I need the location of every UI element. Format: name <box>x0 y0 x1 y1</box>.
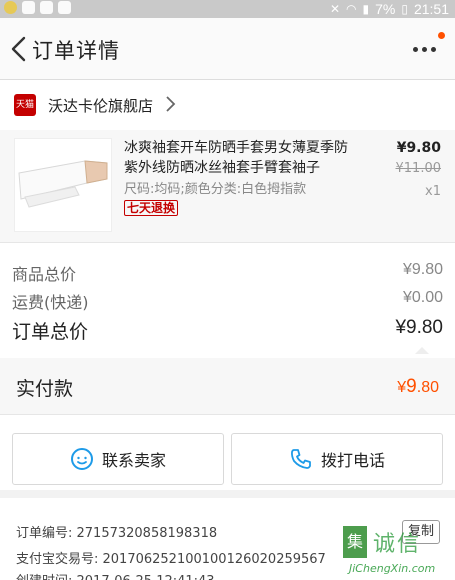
items-total-label: 商品总价 <box>12 265 77 284</box>
product-original-price: ¥11.00 <box>395 161 442 176</box>
signal-icon: ▮ <box>362 2 370 16</box>
call-phone-button[interactable]: 拨打电话 <box>231 433 443 485</box>
notification-dot <box>438 32 445 39</box>
paid-amount-row: 实付款 ¥9.80 <box>0 358 455 414</box>
phone-icon <box>291 449 311 469</box>
shipping-value: ¥0.00 <box>402 289 443 306</box>
chevron-right-icon <box>166 96 176 112</box>
paid-value: ¥9.80 <box>397 376 439 398</box>
status-system-icons: ✕ ◠ ▮ 7% ▯ 21:51 <box>330 0 449 18</box>
site-watermark: 集 诚信 JiChengXin.com <box>343 526 455 580</box>
watermark-english: JiChengXin.com <box>349 562 436 575</box>
navigation-bar: 订单详情 <box>0 18 455 80</box>
paid-integer: 9 <box>406 376 417 397</box>
shop-name[interactable]: 沃达卡伦旗舰店 <box>48 95 153 116</box>
price-summary: 商品总价 ¥9.80 运费(快递) ¥0.00 订单总价 ¥9.80 <box>0 242 455 358</box>
app-notification-icon <box>40 1 53 14</box>
status-bar: ✕ ◠ ▮ 7% ▯ 21:51 <box>0 0 455 18</box>
product-price: ¥9.80 <box>396 140 441 156</box>
items-total-row: 商品总价 ¥9.80 <box>12 261 443 285</box>
chat-icon <box>70 448 93 470</box>
app-notification-icon <box>22 1 35 14</box>
wifi-icon: ◠ <box>346 2 357 16</box>
arm-sleeve-image <box>18 160 108 208</box>
paid-decimal: .80 <box>416 379 439 396</box>
battery-level: 7% <box>375 1 396 17</box>
shipping-label: 运费(快递) <box>12 293 89 312</box>
product-spec: 尺码:均码;颜色分类:白色拇指款 <box>124 182 307 197</box>
product-item[interactable]: 冰爽袖套开车防晒手套男女薄夏季防紫外线防晒冰丝袖套手臂套袖子 尺码:均码;颜色分… <box>0 130 455 242</box>
created-time: 创建时间: 2017-06-25 12:41:43 <box>16 570 215 580</box>
back-arrow-icon[interactable] <box>8 34 30 64</box>
watermark-chinese: 诚信 <box>373 532 422 557</box>
alipay-transaction-number: 支付宝交易号: 201706252100100126020259567 <box>16 552 326 567</box>
order-total-value: ¥9.80 <box>395 317 443 338</box>
product-title[interactable]: 冰爽袖套开车防晒手套男女薄夏季防紫外线防晒冰丝袖套手臂套袖子 <box>124 138 354 178</box>
clock: 21:51 <box>413 1 449 17</box>
return-policy-badge: 七天退换 <box>124 200 179 216</box>
contact-seller-label: 联系卖家 <box>101 451 166 470</box>
order-total-row: 订单总价 ¥9.80 <box>12 317 443 344</box>
contact-seller-button[interactable]: 联系卖家 <box>12 433 224 485</box>
tmall-logo-icon: 天猫 <box>14 94 36 116</box>
items-total-value: ¥9.80 <box>402 261 443 278</box>
shipping-row: 运费(快递) ¥0.00 <box>12 289 443 313</box>
app-notification-icon <box>4 1 17 14</box>
page-title: 订单详情 <box>32 39 120 63</box>
order-number: 订单编号: 27157320858198318 <box>16 526 218 541</box>
caret-up-icon <box>415 347 429 354</box>
battery-icon: ▯ <box>401 2 408 16</box>
paid-label: 实付款 <box>16 378 74 400</box>
watermark-mark: 集 <box>343 526 367 558</box>
status-notification-icons <box>4 1 71 14</box>
order-total-label: 订单总价 <box>12 321 89 343</box>
app-notification-icon <box>58 1 71 14</box>
paid-currency: ¥ <box>397 379 407 396</box>
shop-row[interactable]: 天猫 沃达卡伦旗舰店 <box>0 80 455 130</box>
more-menu-icon[interactable] <box>413 43 437 55</box>
product-image[interactable] <box>14 138 112 232</box>
action-buttons: 联系卖家 拨打电话 <box>0 414 455 490</box>
silent-icon: ✕ <box>329 2 341 16</box>
call-phone-label: 拨打电话 <box>320 451 385 470</box>
product-quantity: x1 <box>425 184 441 199</box>
